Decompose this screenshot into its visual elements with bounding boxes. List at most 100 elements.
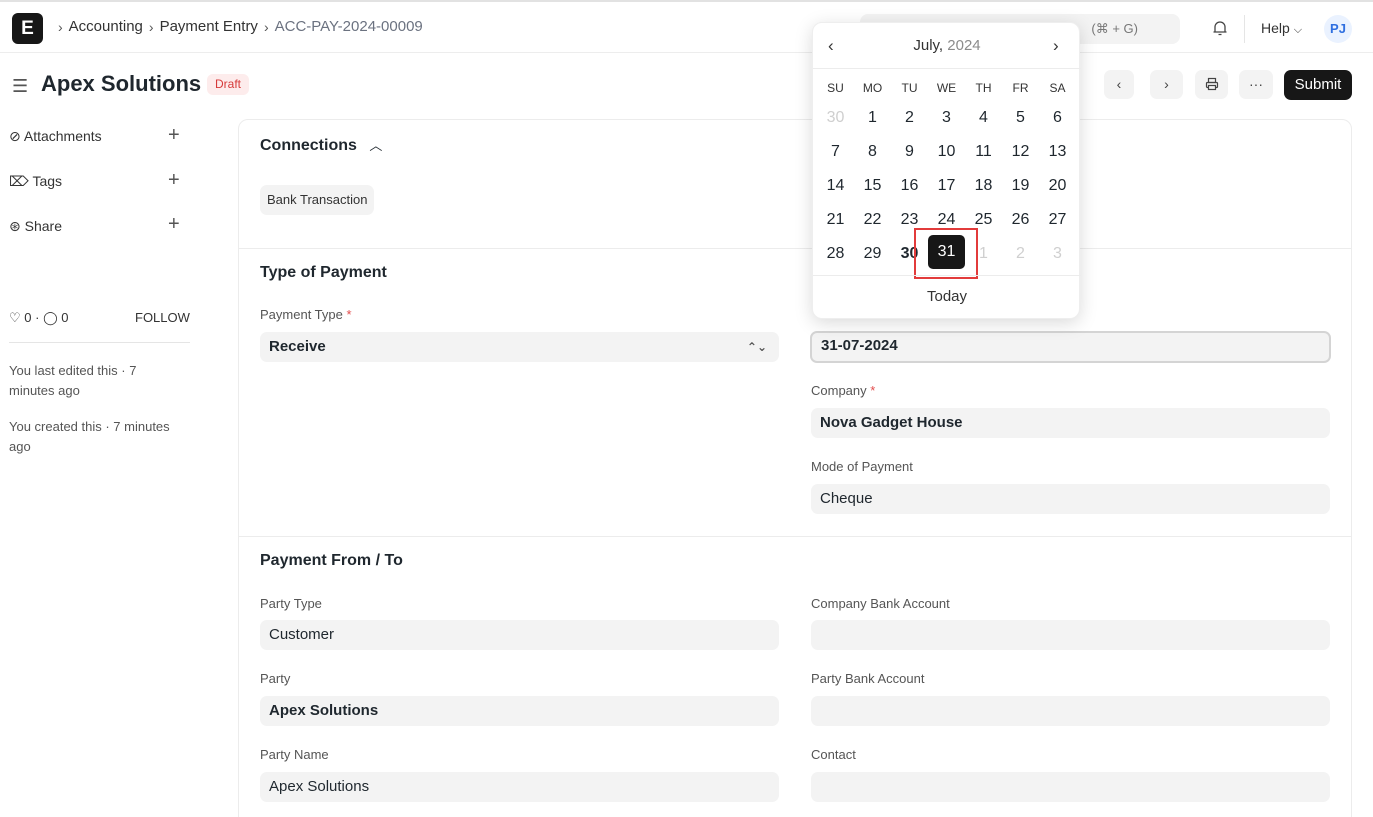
party-name-field[interactable]: Apex Solutions: [260, 772, 779, 802]
party-bank-account-field[interactable]: [811, 696, 1330, 726]
calendar-day[interactable]: 20: [1039, 169, 1076, 203]
sidebar-item-attachments[interactable]: ⊘ Attachments: [9, 128, 102, 145]
calendar-day[interactable]: 28: [817, 237, 854, 271]
calendar-day[interactable]: 2: [891, 101, 928, 135]
chevron-down-icon: ⌵: [1293, 24, 1303, 36]
calendar-day[interactable]: 4: [965, 101, 1002, 135]
calendar-day[interactable]: 3: [928, 101, 965, 135]
next-doc-button[interactable]: ›: [1150, 70, 1183, 99]
prev-doc-button[interactable]: ‹: [1104, 70, 1134, 99]
comment-count: 0: [61, 310, 69, 325]
follow-button[interactable]: FOLLOW: [135, 310, 190, 325]
section-divider: [239, 536, 1351, 537]
search-shortcut-hint: (⌘ + G): [1091, 21, 1138, 36]
chevron-left-icon: ‹: [1116, 76, 1122, 92]
company-label: Company *: [811, 383, 876, 398]
status-badge: Draft: [207, 74, 250, 95]
company-field[interactable]: Nova Gadget House: [811, 408, 1330, 438]
sidebar-item-label: Tags: [32, 173, 63, 189]
calendar-day[interactable]: 8: [854, 135, 891, 169]
company-bank-account-field[interactable]: [811, 620, 1330, 650]
mode-of-payment-label: Mode of Payment: [811, 459, 913, 474]
more-actions-button[interactable]: ···: [1239, 70, 1273, 99]
calendar-day[interactable]: 18: [965, 169, 1002, 203]
mode-of-payment-field[interactable]: Cheque: [811, 484, 1330, 514]
select-arrows-icon: ⌃⌄: [746, 340, 767, 354]
app-logo[interactable]: E: [12, 13, 43, 44]
calendar-day[interactable]: 15: [854, 169, 891, 203]
next-month-button[interactable]: ›: [1053, 36, 1059, 56]
company-bank-account-label: Company Bank Account: [811, 596, 950, 611]
weekday-header: MO: [862, 81, 883, 95]
comment-icon[interactable]: ◯: [43, 310, 58, 325]
calendar-day[interactable]: 10: [928, 135, 965, 169]
party-field[interactable]: Apex Solutions: [260, 696, 779, 726]
payment-type-select[interactable]: Receive ⌃⌄: [260, 332, 779, 362]
weekday-header: WE: [936, 81, 957, 95]
month-label: July,: [913, 37, 944, 54]
chevron-up-icon: ︿: [369, 138, 383, 153]
calendar-day[interactable]: 9: [891, 135, 928, 169]
printer-icon: [1205, 77, 1218, 91]
chevron-right-icon: ›: [1053, 36, 1059, 55]
calendar-day[interactable]: 27: [1039, 203, 1076, 237]
connection-chip-bank-transaction[interactable]: Bank Transaction: [260, 185, 375, 215]
share-user-icon: ⊛: [9, 218, 21, 234]
add-tag-button[interactable]: +: [168, 169, 180, 192]
calendar-day-outside-month[interactable]: 30: [817, 101, 854, 135]
calendar-day[interactable]: 12: [1002, 135, 1039, 169]
add-share-button[interactable]: +: [168, 213, 180, 236]
calendar-day[interactable]: 7: [817, 135, 854, 169]
notification-bell-icon[interactable]: [1211, 19, 1229, 37]
calendar-day[interactable]: 14: [817, 169, 854, 203]
divider: [813, 275, 1081, 276]
section-title: Payment From / To: [260, 552, 403, 569]
party-bank-account-label: Party Bank Account: [811, 671, 925, 686]
select-value: Receive: [269, 338, 326, 355]
breadcrumb-payment-entry[interactable]: Payment Entry: [160, 18, 258, 35]
sidebar-item-tags[interactable]: ⌦ Tags: [9, 173, 62, 190]
selection-highlight-box: [914, 228, 978, 279]
like-count: 0: [24, 310, 32, 325]
tag-icon: ⌦: [9, 173, 29, 189]
calendar-day[interactable]: 19: [1002, 169, 1039, 203]
calendar-day[interactable]: 21: [817, 203, 854, 237]
calendar-day[interactable]: 17: [928, 169, 965, 203]
contact-label: Contact: [811, 747, 856, 762]
today-button[interactable]: Today: [813, 288, 1081, 305]
calendar-day[interactable]: 29: [854, 237, 891, 271]
sidebar-item-share[interactable]: ⊛ Share: [9, 218, 62, 235]
weekday-header: TH: [975, 81, 992, 95]
calendar-day[interactable]: 5: [1002, 101, 1039, 135]
calendar-day-outside-month[interactable]: 2: [1002, 237, 1039, 271]
avatar[interactable]: PJ: [1324, 15, 1352, 43]
breadcrumb-accounting[interactable]: Accounting: [69, 18, 143, 35]
calendar-day[interactable]: 16: [891, 169, 928, 203]
submit-button[interactable]: Submit: [1284, 70, 1352, 100]
help-dropdown[interactable]: Help ⌵: [1261, 20, 1302, 37]
top-navbar: E › Accounting › Payment Entry › ACC-PAY…: [0, 0, 1373, 53]
sidebar-toggle-icon[interactable]: ☰: [12, 76, 28, 97]
chevron-right-icon: ›: [263, 18, 269, 35]
add-attachment-button[interactable]: +: [168, 124, 180, 147]
chevron-right-icon: ›: [58, 18, 63, 35]
calendar-day[interactable]: 13: [1039, 135, 1076, 169]
sidebar-item-label: Attachments: [23, 128, 102, 144]
created-info: You created this · 7 minutes ago: [9, 419, 170, 454]
party-type-field[interactable]: Customer: [260, 620, 779, 650]
calendar-day[interactable]: 26: [1002, 203, 1039, 237]
calendar-day[interactable]: 6: [1039, 101, 1076, 135]
weekday-header: TU: [901, 81, 918, 95]
connections-section-toggle[interactable]: Connections ︿: [260, 135, 382, 155]
calendar-day[interactable]: 1: [854, 101, 891, 135]
heart-icon[interactable]: ♡: [9, 310, 21, 325]
weekday-header: SA: [1049, 81, 1066, 95]
month-year-title[interactable]: July, 2024: [813, 37, 1081, 54]
calendar-day[interactable]: 11: [965, 135, 1002, 169]
calendar-day[interactable]: 22: [854, 203, 891, 237]
breadcrumb-current-doc[interactable]: ACC-PAY-2024-00009: [275, 18, 423, 35]
print-button[interactable]: [1195, 70, 1228, 99]
calendar-day-outside-month[interactable]: 3: [1039, 237, 1076, 271]
contact-field[interactable]: [811, 772, 1330, 802]
posting-date-input[interactable]: 31-07-2024: [810, 331, 1331, 363]
